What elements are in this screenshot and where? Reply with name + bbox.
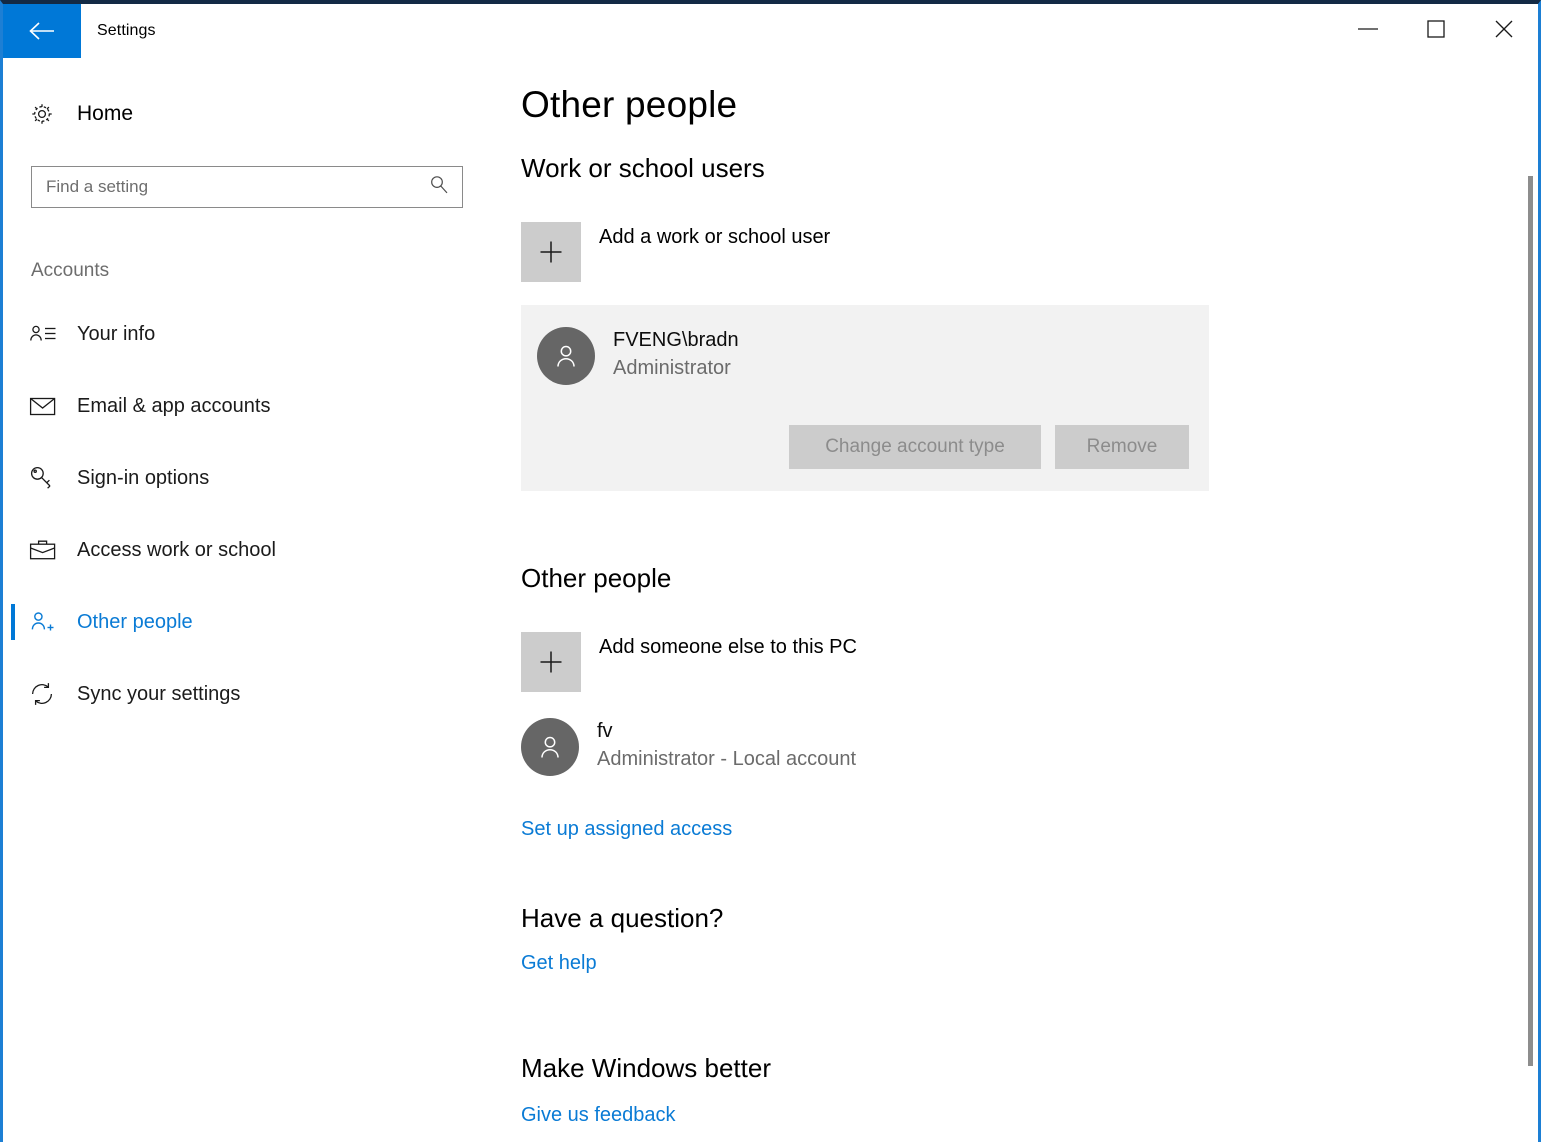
selection-indicator	[11, 316, 15, 352]
search-input[interactable]	[32, 167, 462, 207]
person-avatar-icon	[537, 327, 595, 385]
have-a-question-heading: Have a question?	[521, 903, 724, 933]
key-icon	[29, 465, 71, 491]
add-work-school-user-label: Add a work or school user	[599, 226, 831, 248]
sidebar-item-your-info[interactable]: Your info	[3, 298, 503, 370]
sidebar-item-sync-your-settings[interactable]: Sync your settings	[3, 658, 503, 730]
sidebar-item-label: Sign-in options	[77, 466, 210, 489]
local-user-row[interactable]: fv Administrator - Local account	[521, 718, 1538, 776]
add-someone-else-label: Add someone else to this PC	[599, 636, 857, 658]
maximize-button[interactable]	[1402, 4, 1470, 58]
app-title: Settings	[97, 22, 156, 39]
sidebar: Home Accounts	[3, 58, 503, 1142]
selection-indicator	[11, 676, 15, 712]
envelope-icon	[29, 395, 71, 417]
add-someone-else-button[interactable]: Add someone else to this PC	[521, 632, 1538, 692]
give-us-feedback-link[interactable]: Give us feedback	[521, 1104, 676, 1127]
user-row: FVENG\bradn Administrator	[537, 327, 1189, 385]
close-icon	[1494, 19, 1514, 44]
sidebar-nav-list: Your info Email & app accounts Sign-in o…	[3, 298, 503, 730]
sidebar-home-label: Home	[77, 102, 134, 125]
user-text: FVENG\bradn Administrator	[613, 327, 739, 383]
main-content: Other people Work or school users Add a …	[503, 58, 1538, 1142]
selection-indicator	[11, 460, 15, 496]
sidebar-item-email-app-accounts[interactable]: Email & app accounts	[3, 370, 503, 442]
maximize-icon	[1427, 19, 1445, 43]
scrollbar-thumb[interactable]	[1528, 176, 1533, 1066]
sidebar-item-home[interactable]: Home	[3, 92, 503, 136]
briefcase-icon	[29, 538, 71, 562]
selection-indicator	[11, 388, 15, 424]
selection-indicator	[11, 532, 15, 568]
get-help-link[interactable]: Get help	[521, 952, 597, 975]
user-name: FVENG\bradn	[613, 329, 739, 351]
back-button[interactable]	[3, 4, 81, 58]
sidebar-group-header: Accounts	[31, 260, 110, 281]
user-card-actions: Change account type Remove	[537, 425, 1189, 469]
user-name: fv	[597, 720, 613, 742]
other-people-heading: Other people	[521, 563, 672, 593]
close-button[interactable]	[1470, 4, 1538, 58]
set-up-assigned-access-link[interactable]: Set up assigned access	[521, 818, 732, 841]
user-role: Administrator	[613, 357, 731, 379]
page-title: Other people	[521, 84, 738, 125]
person-avatar-icon	[521, 718, 579, 776]
make-windows-better-heading: Make Windows better	[521, 1053, 771, 1083]
plus-icon	[521, 632, 581, 692]
sidebar-item-label: Email & app accounts	[77, 394, 271, 417]
sidebar-item-label: Other people	[77, 610, 193, 633]
work-school-heading: Work or school users	[521, 153, 765, 183]
minimize-button[interactable]	[1334, 4, 1402, 58]
sidebar-item-label: Access work or school	[77, 538, 276, 561]
user-text: fv Administrator - Local account	[597, 718, 856, 774]
change-account-type-button[interactable]: Change account type	[789, 425, 1041, 469]
selection-indicator	[11, 604, 15, 640]
content-scrollbar[interactable]	[1522, 58, 1538, 1142]
sidebar-item-other-people[interactable]: Other people	[3, 586, 503, 658]
sidebar-item-sign-in-options[interactable]: Sign-in options	[3, 442, 503, 514]
settings-window: Settings Home Find a setting Accounts Yo…	[0, 0, 1541, 1142]
remove-user-button[interactable]: Remove	[1055, 425, 1189, 469]
minimize-icon	[1357, 22, 1379, 40]
person-add-icon	[29, 609, 71, 635]
window-controls	[1334, 4, 1538, 58]
window-body: Home Accounts	[3, 58, 1538, 1142]
person-list-icon	[29, 322, 71, 346]
sidebar-item-label: Your info	[77, 322, 156, 345]
add-work-school-user-button[interactable]: Add a work or school user	[521, 222, 1538, 282]
sidebar-item-access-work-or-school[interactable]: Access work or school	[3, 514, 503, 586]
plus-icon	[521, 222, 581, 282]
back-arrow-icon	[27, 20, 57, 42]
title-bar: Settings	[3, 4, 1538, 58]
gear-icon	[29, 101, 69, 127]
user-role: Administrator - Local account	[597, 748, 857, 770]
work-school-user-card[interactable]: FVENG\bradn Administrator Change account…	[521, 305, 1209, 491]
sync-icon	[29, 681, 71, 707]
sidebar-item-label: Sync your settings	[77, 682, 241, 705]
search-box[interactable]	[31, 166, 463, 208]
